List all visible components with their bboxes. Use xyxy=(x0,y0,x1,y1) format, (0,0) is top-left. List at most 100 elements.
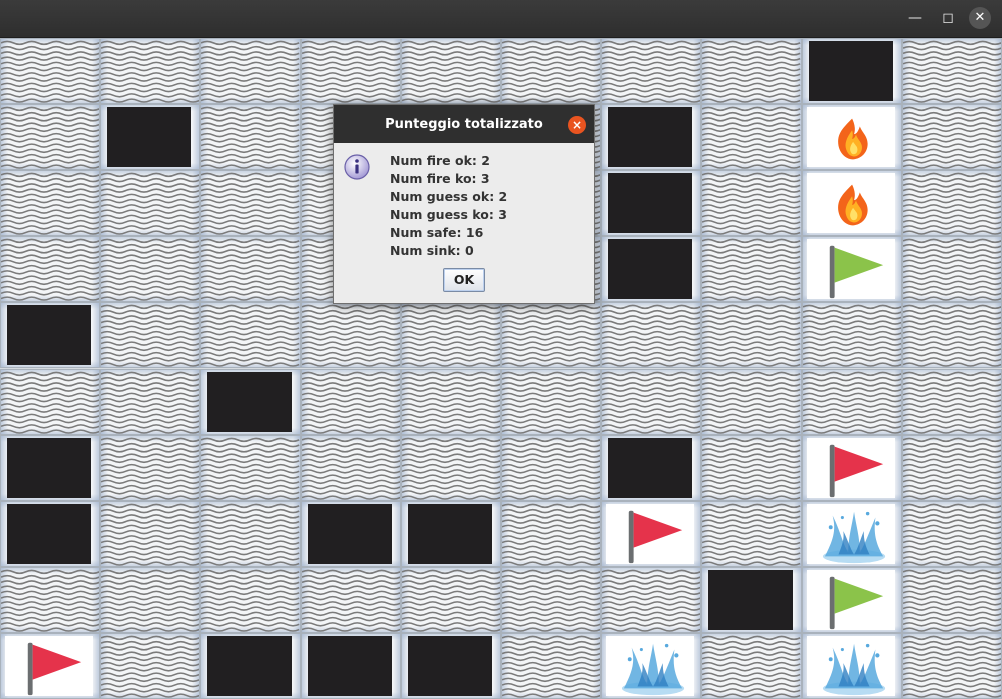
board-cell-water[interactable] xyxy=(701,236,802,303)
board-cell-water[interactable] xyxy=(901,500,1002,567)
board-cell-fire[interactable] xyxy=(801,104,902,171)
board-cell-water[interactable] xyxy=(601,566,702,633)
board-cell-red-flag[interactable] xyxy=(801,434,902,501)
board-cell-water[interactable] xyxy=(0,236,101,303)
dark-tile xyxy=(307,635,392,696)
board-cell-water[interactable] xyxy=(501,632,602,699)
water-icon xyxy=(201,569,300,632)
board-cell-water[interactable] xyxy=(701,500,802,567)
board-cell-water[interactable] xyxy=(701,170,802,237)
board-cell-red-flag[interactable] xyxy=(0,632,101,699)
board-cell-water[interactable] xyxy=(501,38,602,105)
board-cell-splash[interactable] xyxy=(801,632,902,699)
board-cell-water[interactable] xyxy=(200,170,301,237)
dialog-close-icon[interactable]: × xyxy=(568,116,586,134)
board-cell-water[interactable] xyxy=(300,566,401,633)
board-cell-water[interactable] xyxy=(100,236,201,303)
ok-button[interactable]: OK xyxy=(443,268,485,292)
board-cell-water[interactable] xyxy=(100,434,201,501)
board-cell-water[interactable] xyxy=(100,302,201,369)
board-cell-water[interactable] xyxy=(701,104,802,171)
board-cell-water[interactable] xyxy=(200,38,301,105)
board-cell-water[interactable] xyxy=(901,434,1002,501)
board-cell-dark[interactable] xyxy=(100,104,201,171)
board-cell-splash[interactable] xyxy=(601,632,702,699)
board-cell-splash[interactable] xyxy=(801,500,902,567)
board-cell-dark[interactable] xyxy=(300,632,401,699)
board-cell-green-flag[interactable] xyxy=(801,236,902,303)
board-cell-water[interactable] xyxy=(901,566,1002,633)
board-cell-green-flag[interactable] xyxy=(801,566,902,633)
board-cell-dark[interactable] xyxy=(300,500,401,567)
board-cell-water[interactable] xyxy=(601,368,702,435)
board-cell-water[interactable] xyxy=(200,236,301,303)
board-cell-water[interactable] xyxy=(901,170,1002,237)
board-cell-water[interactable] xyxy=(200,566,301,633)
close-icon[interactable]: ✕ xyxy=(969,7,991,29)
board-cell-dark[interactable] xyxy=(400,500,501,567)
board-cell-water[interactable] xyxy=(901,38,1002,105)
board-cell-water[interactable] xyxy=(801,368,902,435)
board-cell-water[interactable] xyxy=(801,302,902,369)
board-cell-water[interactable] xyxy=(0,170,101,237)
board-cell-water[interactable] xyxy=(501,566,602,633)
board-cell-water[interactable] xyxy=(200,104,301,171)
board-cell-fire[interactable] xyxy=(801,170,902,237)
board-cell-water[interactable] xyxy=(100,500,201,567)
board-cell-water[interactable] xyxy=(0,566,101,633)
board-cell-red-flag[interactable] xyxy=(601,500,702,567)
board-cell-water[interactable] xyxy=(701,38,802,105)
board-cell-water[interactable] xyxy=(400,38,501,105)
board-cell-water[interactable] xyxy=(300,38,401,105)
board-cell-water[interactable] xyxy=(400,368,501,435)
board-cell-water[interactable] xyxy=(901,236,1002,303)
board-cell-water[interactable] xyxy=(0,104,101,171)
board-cell-water[interactable] xyxy=(300,302,401,369)
board-cell-water[interactable] xyxy=(901,302,1002,369)
board-cell-dark[interactable] xyxy=(801,38,902,105)
board-cell-water[interactable] xyxy=(601,38,702,105)
board-cell-dark[interactable] xyxy=(200,368,301,435)
board-cell-dark[interactable] xyxy=(0,302,101,369)
board-cell-dark[interactable] xyxy=(701,566,802,633)
board-cell-water[interactable] xyxy=(901,368,1002,435)
board-cell-dark[interactable] xyxy=(0,500,101,567)
board-cell-water[interactable] xyxy=(701,632,802,699)
board-cell-dark[interactable] xyxy=(0,434,101,501)
board-cell-water[interactable] xyxy=(501,368,602,435)
board-cell-water[interactable] xyxy=(200,500,301,567)
board-cell-water[interactable] xyxy=(100,632,201,699)
board-cell-water[interactable] xyxy=(200,302,301,369)
board-cell-water[interactable] xyxy=(701,302,802,369)
board-cell-water[interactable] xyxy=(100,38,201,105)
board-cell-water[interactable] xyxy=(300,434,401,501)
board-cell-water[interactable] xyxy=(400,566,501,633)
board-cell-dark[interactable] xyxy=(601,236,702,303)
board-cell-dark[interactable] xyxy=(601,170,702,237)
minimize-icon[interactable]: — xyxy=(903,7,927,29)
board-cell-water[interactable] xyxy=(501,434,602,501)
maximize-icon[interactable]: ◻ xyxy=(936,7,960,29)
board-cell-water[interactable] xyxy=(0,38,101,105)
board-cell-dark[interactable] xyxy=(400,632,501,699)
board-cell-water[interactable] xyxy=(701,368,802,435)
board-cell-water[interactable] xyxy=(901,104,1002,171)
board-cell-water[interactable] xyxy=(901,632,1002,699)
board-cell-dark[interactable] xyxy=(601,434,702,501)
board-cell-water[interactable] xyxy=(501,500,602,567)
board-cell-water[interactable] xyxy=(0,368,101,435)
water-icon xyxy=(201,503,300,566)
board-cell-dark[interactable] xyxy=(601,104,702,171)
board-cell-water[interactable] xyxy=(300,368,401,435)
board-cell-dark[interactable] xyxy=(200,632,301,699)
board-cell-water[interactable] xyxy=(200,434,301,501)
board-cell-water[interactable] xyxy=(100,566,201,633)
board-cell-water[interactable] xyxy=(501,302,602,369)
splash-icon xyxy=(622,643,685,696)
board-cell-water[interactable] xyxy=(601,302,702,369)
board-cell-water[interactable] xyxy=(400,302,501,369)
board-cell-water[interactable] xyxy=(400,434,501,501)
board-cell-water[interactable] xyxy=(100,368,201,435)
board-cell-water[interactable] xyxy=(100,170,201,237)
board-cell-water[interactable] xyxy=(701,434,802,501)
